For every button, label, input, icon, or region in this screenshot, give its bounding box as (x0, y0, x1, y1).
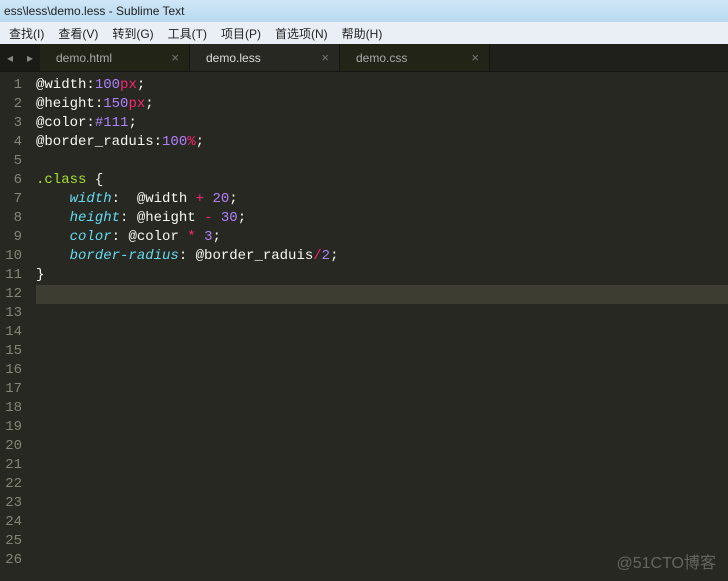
code-line[interactable] (36, 532, 728, 551)
tab-label: demo.html (56, 51, 112, 65)
line-number: 11 (0, 266, 22, 285)
line-number: 3 (0, 114, 22, 133)
line-number: 21 (0, 456, 22, 475)
tabs-container: demo.html × demo.less × demo.css × (40, 44, 728, 71)
code-line[interactable]: width: @width + 20; (36, 190, 728, 209)
menu-item[interactable]: 查找(I) (2, 23, 51, 44)
editor: 1234567891011121314151617181920212223242… (0, 72, 728, 581)
line-number: 14 (0, 323, 22, 342)
menu-item[interactable]: 工具(T) (161, 23, 214, 44)
line-number: 25 (0, 532, 22, 551)
code-line[interactable]: border-radius: @border_raduis/2; (36, 247, 728, 266)
line-number: 19 (0, 418, 22, 437)
line-number: 16 (0, 361, 22, 380)
code-line[interactable]: height: @height - 30; (36, 209, 728, 228)
line-number: 23 (0, 494, 22, 513)
menu-item[interactable]: 首选项(N) (268, 23, 335, 44)
tab-label: demo.less (206, 51, 261, 65)
history-back-icon[interactable]: ◂ (0, 44, 20, 71)
code-line[interactable] (36, 418, 728, 437)
line-number: 5 (0, 152, 22, 171)
tab-label: demo.css (356, 51, 407, 65)
close-icon[interactable]: × (171, 51, 179, 64)
line-number: 7 (0, 190, 22, 209)
code-line[interactable] (36, 551, 728, 570)
code-line[interactable]: @color:#111; (36, 114, 728, 133)
menu-item[interactable]: 帮助(H) (335, 23, 390, 44)
line-number: 17 (0, 380, 22, 399)
code-line[interactable]: @height:150px; (36, 95, 728, 114)
line-gutter: 1234567891011121314151617181920212223242… (0, 72, 30, 581)
code-line[interactable] (36, 399, 728, 418)
code-area[interactable]: @width:100px;@height:150px;@color:#111;@… (30, 72, 728, 581)
close-icon[interactable]: × (471, 51, 479, 64)
line-number: 15 (0, 342, 22, 361)
code-line[interactable] (36, 323, 728, 342)
code-line[interactable] (36, 513, 728, 532)
code-line[interactable] (36, 342, 728, 361)
line-number: 20 (0, 437, 22, 456)
code-line[interactable] (36, 437, 728, 456)
code-line[interactable]: color: @color * 3; (36, 228, 728, 247)
tab-row: ◂ ▸ demo.html × demo.less × demo.css × (0, 44, 728, 72)
code-line[interactable] (36, 152, 728, 171)
line-number: 12 (0, 285, 22, 304)
code-line[interactable] (36, 456, 728, 475)
line-number: 18 (0, 399, 22, 418)
menu-item[interactable]: 查看(V) (51, 23, 105, 44)
line-number: 6 (0, 171, 22, 190)
window-title: ess\less\demo.less - Sublime Text (4, 4, 185, 18)
line-number: 26 (0, 551, 22, 570)
line-number: 8 (0, 209, 22, 228)
history-forward-icon[interactable]: ▸ (20, 44, 40, 71)
code-line[interactable] (36, 494, 728, 513)
code-line[interactable] (36, 361, 728, 380)
code-line[interactable] (36, 475, 728, 494)
code-line[interactable]: .class { (36, 171, 728, 190)
line-number: 2 (0, 95, 22, 114)
menu-item[interactable]: 转到(G) (105, 23, 160, 44)
line-number: 1 (0, 76, 22, 95)
code-line[interactable] (36, 380, 728, 399)
line-number: 24 (0, 513, 22, 532)
tab[interactable]: demo.less × (190, 44, 340, 71)
code-line[interactable]: } (36, 266, 728, 285)
line-number: 9 (0, 228, 22, 247)
line-number: 22 (0, 475, 22, 494)
tab[interactable]: demo.css × (340, 44, 490, 71)
menu-item[interactable]: 项目(P) (214, 23, 268, 44)
line-number: 4 (0, 133, 22, 152)
code-line[interactable] (36, 304, 728, 323)
menubar: 查找(I)查看(V)转到(G)工具(T)项目(P)首选项(N)帮助(H) (0, 22, 728, 44)
code-line[interactable]: @width:100px; (36, 76, 728, 95)
line-number: 10 (0, 247, 22, 266)
window-titlebar: ess\less\demo.less - Sublime Text (0, 0, 728, 22)
tab[interactable]: demo.html × (40, 44, 190, 71)
close-icon[interactable]: × (321, 51, 329, 64)
code-line[interactable]: @border_raduis:100%; (36, 133, 728, 152)
code-line[interactable] (36, 285, 728, 304)
line-number: 13 (0, 304, 22, 323)
